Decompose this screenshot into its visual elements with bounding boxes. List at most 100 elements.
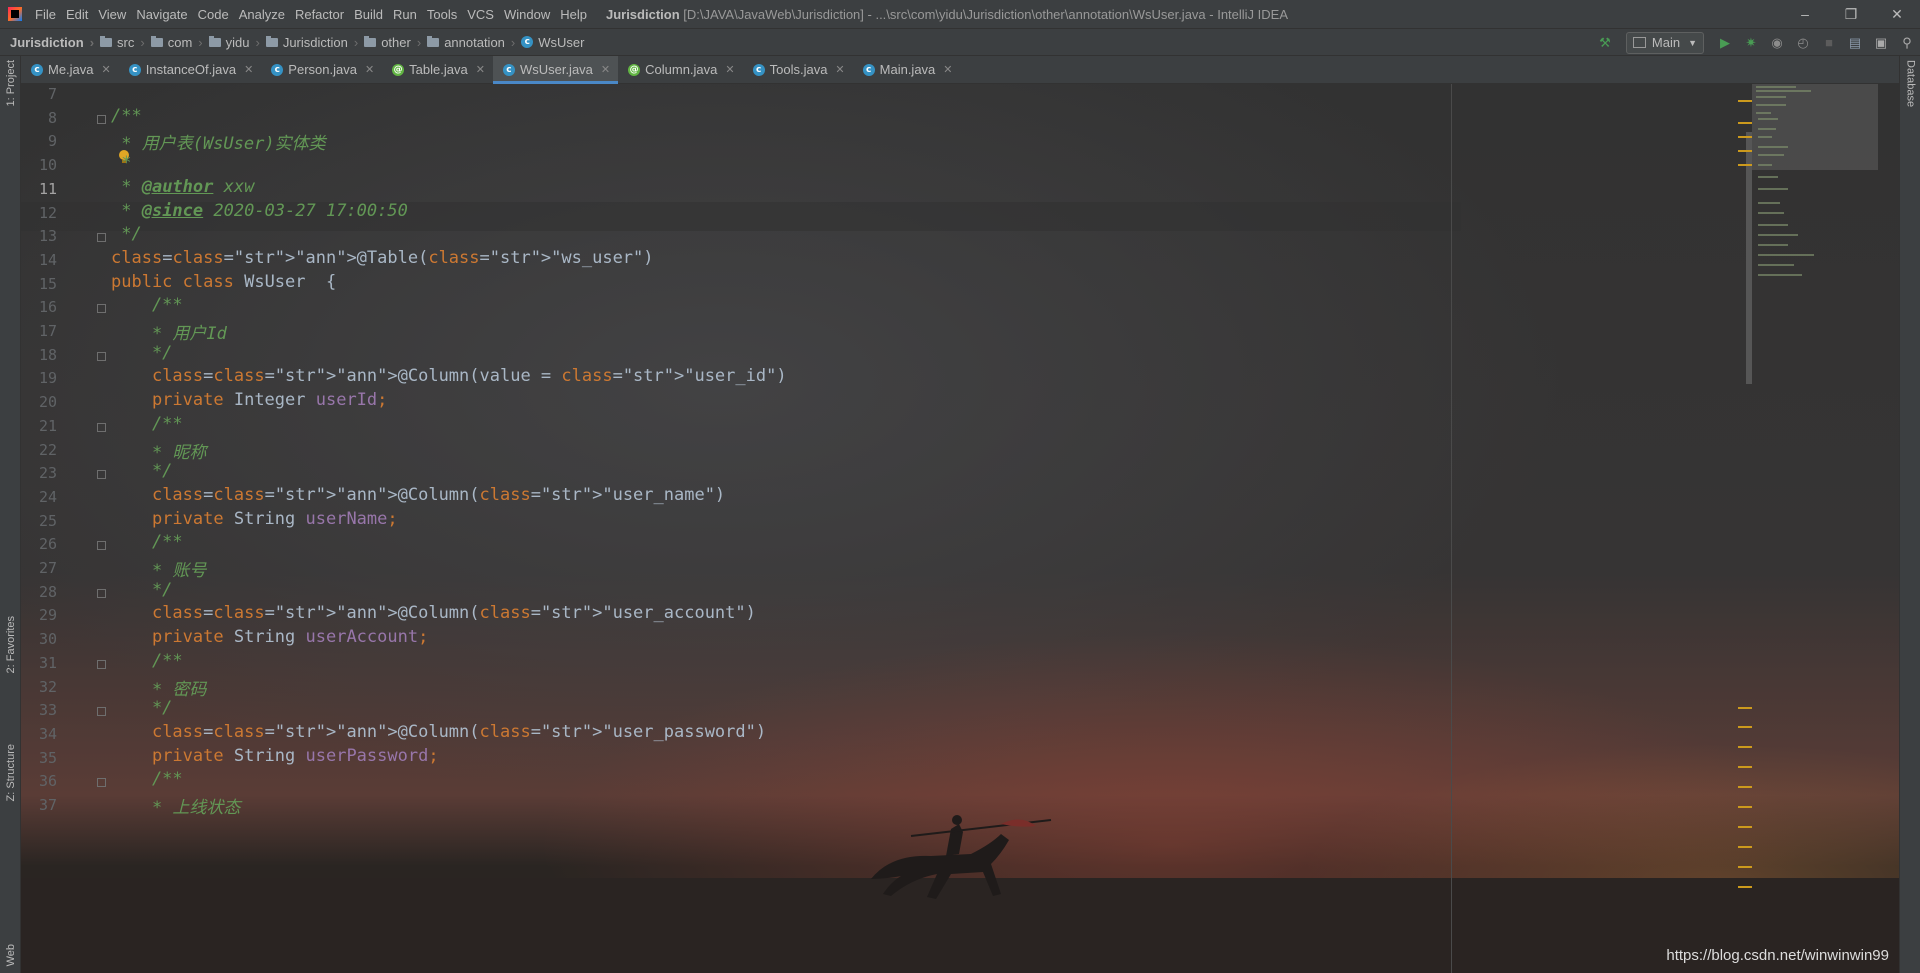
editor-tab[interactable]: @ Table.java ✕ [382, 56, 493, 83]
code-line[interactable]: * 密码 [111, 675, 206, 700]
close-tab-icon[interactable]: ✕ [365, 63, 374, 76]
menu-window[interactable]: Window [499, 7, 555, 22]
fold-marker-icon[interactable] [97, 114, 106, 124]
breadcrumb-item[interactable]: Jurisdiction › [10, 35, 100, 50]
code-line[interactable]: * 账号 [111, 556, 206, 581]
breadcrumb-item[interactable]: com › [150, 35, 209, 50]
code-line[interactable]: /** [111, 769, 183, 789]
editor-tab[interactable]: c WsUser.java ✕ [492, 56, 619, 84]
code-line[interactable]: * [111, 153, 131, 173]
web-tool-window-tab[interactable]: Web [0, 944, 21, 966]
project-structure-icon[interactable]: ▤ [1844, 32, 1866, 54]
code-line[interactable]: */ [111, 461, 172, 481]
coverage-icon[interactable]: ◉ [1766, 32, 1788, 54]
breadcrumb-item[interactable]: yidu › [208, 35, 266, 50]
code-minimap[interactable] [1752, 84, 1878, 284]
code-line[interactable]: class=class="str">"ann">@Column(class="s… [111, 722, 766, 742]
breadcrumb-item[interactable]: other › [364, 35, 427, 50]
code-line[interactable]: private String userName; [111, 509, 398, 529]
close-tab-icon[interactable]: ✕ [244, 63, 253, 76]
code-line[interactable]: /** [111, 532, 183, 552]
fold-marker-icon[interactable] [97, 588, 106, 598]
favorites-tool-window-tab[interactable]: 2: Favorites [0, 616, 21, 673]
editor-tab[interactable]: c InstanceOf.java ✕ [119, 56, 262, 83]
editor-tab[interactable]: c Me.java ✕ [21, 56, 119, 83]
search-icon[interactable]: ⚲ [1896, 32, 1918, 54]
code-line[interactable]: /** [111, 414, 183, 434]
warning-marker[interactable] [1738, 846, 1752, 848]
close-tab-icon[interactable]: ✕ [102, 63, 111, 76]
breadcrumb-item[interactable]: Jurisdiction › [265, 35, 364, 50]
breadcrumb-item[interactable]: c WsUser [521, 35, 584, 50]
warning-marker[interactable] [1738, 707, 1752, 709]
code-line[interactable]: */ [111, 580, 172, 600]
run-icon[interactable]: ▶ [1714, 32, 1736, 54]
menu-edit[interactable]: Edit [61, 7, 93, 22]
warning-marker[interactable] [1738, 150, 1752, 152]
code-line[interactable]: * 用户Id [111, 319, 227, 344]
menu-build[interactable]: Build [349, 7, 388, 22]
code-line[interactable]: * @author xxw [111, 177, 254, 197]
warning-marker[interactable] [1738, 122, 1752, 124]
editor-tab[interactable]: @ Column.java ✕ [618, 56, 742, 83]
close-tab-icon[interactable]: ✕ [601, 63, 610, 76]
code-line[interactable]: /** [111, 106, 142, 126]
profile-icon[interactable]: ◴ [1792, 32, 1814, 54]
menu-vcs[interactable]: VCS [462, 7, 499, 22]
breadcrumb-item[interactable]: annotation › [427, 35, 521, 50]
menu-analyze[interactable]: Analyze [234, 7, 290, 22]
code-line[interactable]: public class WsUser { [111, 272, 336, 292]
fold-marker-icon[interactable] [97, 233, 106, 243]
close-icon[interactable]: ✕ [1874, 0, 1920, 28]
stop-icon[interactable]: ■ [1818, 32, 1840, 54]
minimize-icon[interactable]: – [1782, 0, 1828, 28]
code-line[interactable]: private String userAccount; [111, 627, 428, 647]
warning-marker[interactable] [1738, 136, 1752, 138]
menu-file[interactable]: File [30, 7, 61, 22]
code-line[interactable]: * 用户表(WsUser)实体类 [111, 129, 325, 154]
fold-marker-icon[interactable] [97, 304, 106, 314]
code-line[interactable]: class=class="str">"ann">@Column(class="s… [111, 485, 725, 505]
breadcrumb-item[interactable]: src › [100, 35, 151, 50]
fold-marker-icon[interactable] [97, 541, 106, 551]
close-tab-icon[interactable]: ✕ [725, 63, 734, 76]
project-tool-window-tab[interactable]: 1: Project [0, 60, 21, 106]
fold-marker-icon[interactable] [97, 351, 106, 361]
close-tab-icon[interactable]: ✕ [835, 63, 844, 76]
menu-refactor[interactable]: Refactor [290, 7, 349, 22]
menu-help[interactable]: Help [555, 7, 592, 22]
debug-icon[interactable]: ✷ [1740, 32, 1762, 54]
close-tab-icon[interactable]: ✕ [476, 63, 485, 76]
code-line[interactable]: * 昵称 [111, 438, 206, 463]
restore-icon[interactable]: ❐ [1828, 0, 1874, 28]
code-line[interactable]: */ [111, 343, 172, 363]
code-line[interactable]: private Integer userId; [111, 390, 387, 410]
code-editor[interactable]: 7 8 9 10 11 12 13 14 15 16 17 18 19 20 21 22 23 24 25 26 27 2… [21, 84, 1899, 973]
code-line[interactable]: /** [111, 295, 183, 315]
close-tab-icon[interactable]: ✕ [943, 63, 952, 76]
build-hammer-icon[interactable]: ⚒ [1594, 32, 1616, 54]
warning-marker[interactable] [1738, 866, 1752, 868]
warning-marker[interactable] [1738, 806, 1752, 808]
code-line[interactable]: * 上线状态 [111, 793, 240, 818]
fold-marker-icon[interactable] [97, 470, 106, 480]
code-line[interactable]: */ [111, 698, 172, 718]
fold-marker-icon[interactable] [97, 422, 106, 432]
menu-code[interactable]: Code [193, 7, 234, 22]
code-line[interactable]: private String userPassword; [111, 746, 439, 766]
code-line[interactable]: */ [111, 224, 141, 244]
menu-run[interactable]: Run [388, 7, 422, 22]
code-line[interactable]: class=class="str">"ann">@Column(value = … [111, 366, 787, 386]
menu-view[interactable]: View [93, 7, 131, 22]
run-configuration-select[interactable]: Main ▼ [1625, 31, 1704, 54]
structure-tool-window-tab[interactable]: Z: Structure [0, 744, 21, 801]
warning-marker[interactable] [1738, 726, 1752, 728]
fold-marker-icon[interactable] [97, 659, 106, 669]
fold-marker-icon[interactable] [97, 778, 106, 788]
warning-marker[interactable] [1738, 164, 1752, 166]
warning-marker[interactable] [1738, 786, 1752, 788]
warning-marker[interactable] [1738, 766, 1752, 768]
menu-tools[interactable]: Tools [422, 7, 462, 22]
database-tool-window-tab[interactable]: Database [1900, 60, 1920, 107]
warning-marker[interactable] [1738, 826, 1752, 828]
